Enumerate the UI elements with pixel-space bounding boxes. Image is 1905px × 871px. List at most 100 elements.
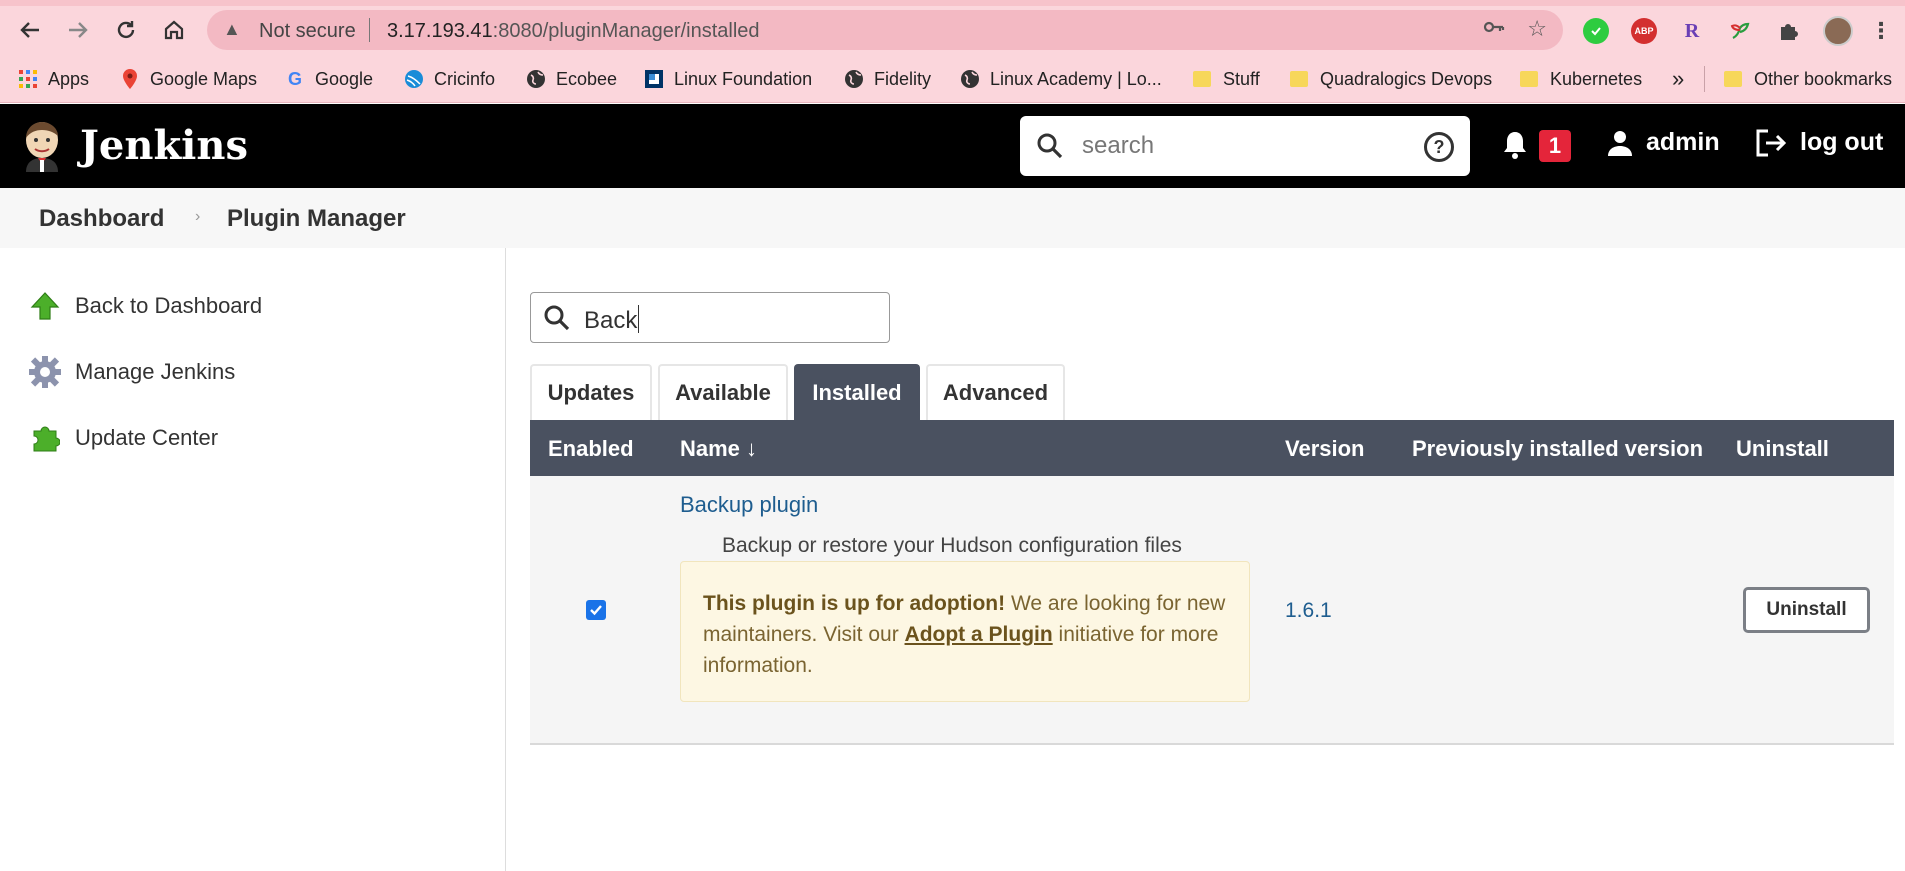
user-name: admin — [1646, 128, 1720, 156]
adopt-a-plugin-link[interactable]: Adopt a Plugin — [905, 623, 1053, 646]
logout-link[interactable]: log out — [1756, 128, 1883, 157]
folder-icon — [1520, 71, 1538, 87]
breadcrumb-plugin-manager[interactable]: Plugin Manager — [227, 205, 406, 233]
tab-available[interactable]: Available — [658, 364, 788, 420]
jenkins-header: Jenkins ? 1 admin log out — [0, 104, 1905, 188]
kebab-menu-icon[interactable]: ⋮ — [1868, 18, 1894, 44]
globe-icon — [526, 69, 546, 89]
text-caret — [638, 305, 640, 333]
sidebar-item-manage-jenkins[interactable]: Manage Jenkins — [28, 352, 235, 392]
plugin-filter-input[interactable]: Back — [530, 292, 890, 343]
back-arrow-icon[interactable] — [14, 14, 46, 46]
address-bar[interactable]: ▲ Not secure 3.17.193.41:8080/pluginMana… — [207, 10, 1563, 50]
tab-updates[interactable]: Updates — [530, 364, 652, 420]
bookmark-label: Linux Academy | Lo... — [990, 68, 1162, 89]
bookmark-label: Linux Foundation — [674, 68, 813, 89]
warning-icon: ▲ — [223, 19, 241, 39]
user-menu[interactable]: admin — [1606, 128, 1720, 157]
user-icon — [1608, 130, 1632, 156]
bookmark-label: Ecobee — [556, 68, 618, 89]
profile-avatar[interactable] — [1823, 16, 1853, 46]
url-host: 3.17.193.41 — [387, 20, 493, 42]
green-extension-icon[interactable] — [1583, 18, 1609, 44]
bookmark-kubernetes[interactable]: Kubernetes — [1520, 66, 1642, 92]
gear-icon — [28, 355, 62, 389]
uninstall-button[interactable]: Uninstall — [1743, 587, 1870, 633]
sort-down-arrow-icon: ↓ — [746, 436, 758, 461]
filter-value: Back — [584, 305, 640, 335]
bookmarks-overflow-chevron[interactable]: » — [1672, 66, 1684, 92]
bookmark-label: Apps — [48, 68, 90, 89]
key-icon[interactable] — [1483, 19, 1505, 40]
bookmark-star-icon[interactable]: ☆ — [1527, 16, 1547, 42]
folder-icon — [1290, 71, 1308, 87]
leaf-extension-icon[interactable] — [1727, 18, 1753, 44]
jenkins-title[interactable]: Jenkins — [80, 122, 248, 169]
bookmark-label: Cricinfo — [434, 68, 496, 89]
bookmark-ecobee[interactable]: Ecobee — [526, 66, 617, 92]
extensions-puzzle-icon[interactable] — [1775, 18, 1801, 44]
sidebar-item-back-to-dashboard[interactable]: Back to Dashboard — [28, 286, 262, 326]
browser-toolbar: ▲ Not secure 3.17.193.41:8080/pluginMana… — [0, 0, 1905, 56]
search-box[interactable]: ? — [1020, 116, 1470, 176]
bookmark-label: Google — [315, 68, 374, 89]
google-maps-icon — [120, 69, 140, 89]
bookmark-stuff[interactable]: Stuff — [1193, 66, 1260, 92]
up-arrow-icon — [28, 289, 62, 323]
column-header-previous-version[interactable]: Previously installed version — [1412, 436, 1703, 462]
column-header-uninstall[interactable]: Uninstall — [1736, 436, 1829, 462]
plugin-version-link[interactable]: 1.6.1 — [1285, 599, 1332, 623]
globe-icon — [844, 69, 864, 89]
jenkins-butler-logo[interactable] — [20, 120, 64, 172]
bookmark-fidelity[interactable]: Fidelity — [844, 66, 931, 92]
tab-installed[interactable]: Installed — [794, 364, 920, 420]
help-icon[interactable]: ? — [1424, 132, 1454, 162]
breadcrumb-chevron-icon[interactable]: › — [195, 208, 200, 226]
breadcrumb-dashboard[interactable]: Dashboard — [39, 205, 164, 233]
bookmark-linux-academy[interactable]: Linux Academy | Lo... — [960, 66, 1162, 92]
plugins-table-header: Enabled Name ↓ Version Previously instal… — [530, 420, 1894, 476]
adoption-notice-title: This plugin is up for adoption! — [703, 592, 1006, 615]
sidebar-item-update-center[interactable]: Update Center — [28, 418, 218, 458]
reload-icon[interactable] — [110, 14, 142, 46]
url-path: :8080/pluginManager/installed — [492, 20, 760, 42]
adblock-extension-icon[interactable]: ABP — [1631, 18, 1657, 44]
adoption-notice: This plugin is up for adoption! We are l… — [680, 561, 1250, 702]
bookmark-apps[interactable]: Apps — [18, 66, 89, 92]
filter-text: Back — [584, 307, 638, 334]
bookmark-label: Fidelity — [874, 68, 932, 89]
bookmark-google-maps[interactable]: Google Maps — [120, 66, 257, 92]
folder-icon — [1193, 71, 1211, 87]
r-extension-icon[interactable]: R — [1679, 18, 1705, 44]
column-header-name-label: Name — [680, 436, 740, 461]
forward-arrow-icon[interactable] — [62, 14, 94, 46]
column-header-enabled[interactable]: Enabled — [548, 436, 634, 462]
bookmark-quadralogics-devops[interactable]: Quadralogics Devops — [1290, 66, 1492, 92]
plugin-description: Backup or restore your Hudson configurat… — [722, 534, 1182, 557]
column-header-version[interactable]: Version — [1285, 436, 1364, 462]
column-header-name[interactable]: Name ↓ — [680, 436, 757, 462]
not-secure-label: Not secure — [259, 20, 356, 42]
home-icon[interactable] — [158, 14, 190, 46]
url-text[interactable]: 3.17.193.41:8080/pluginManager/installed — [387, 20, 760, 43]
logout-label: log out — [1800, 128, 1884, 156]
google-icon: G — [287, 68, 302, 89]
bookmarks-divider — [1704, 66, 1705, 92]
notification-bell-icon[interactable] — [1502, 130, 1528, 165]
tab-advanced[interactable]: Advanced — [926, 364, 1065, 420]
search-icon — [1036, 132, 1064, 165]
bookmark-google[interactable]: G Google — [285, 66, 373, 92]
notification-count-badge[interactable]: 1 — [1539, 130, 1571, 162]
bookmark-cricinfo[interactable]: Cricinfo — [404, 66, 495, 92]
bookmark-other-bookmarks[interactable]: Other bookmarks — [1724, 66, 1892, 92]
apps-grid-icon — [18, 69, 38, 89]
linux-foundation-icon — [644, 69, 664, 89]
search-icon — [543, 304, 571, 337]
plugin-name-link[interactable]: Backup plugin — [680, 492, 818, 518]
enabled-checkbox[interactable] — [586, 600, 606, 620]
bookmark-linux-foundation[interactable]: Linux Foundation — [644, 66, 812, 92]
puzzle-icon — [28, 421, 62, 455]
breadcrumb: Dashboard › Plugin Manager — [0, 188, 1905, 248]
search-input[interactable] — [1082, 130, 1402, 162]
bookmark-label: Stuff — [1223, 68, 1260, 89]
